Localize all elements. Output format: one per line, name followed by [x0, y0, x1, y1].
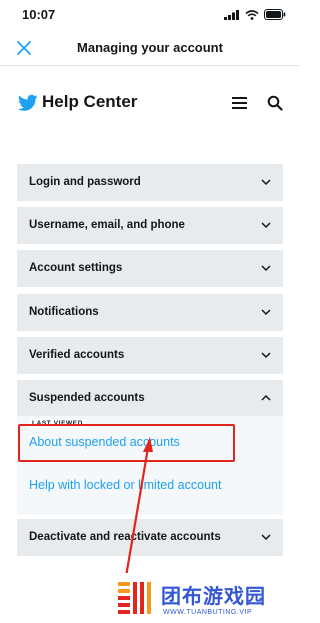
watermark: 团布游戏园 WWW.TUANBUTING.VIP	[114, 573, 300, 623]
watermark-text: 团布游戏园	[161, 586, 266, 608]
watermark-url: WWW.TUANBUTING.VIP	[163, 609, 253, 616]
watermark-logo	[118, 582, 151, 614]
annotation-arrow	[120, 437, 153, 601]
